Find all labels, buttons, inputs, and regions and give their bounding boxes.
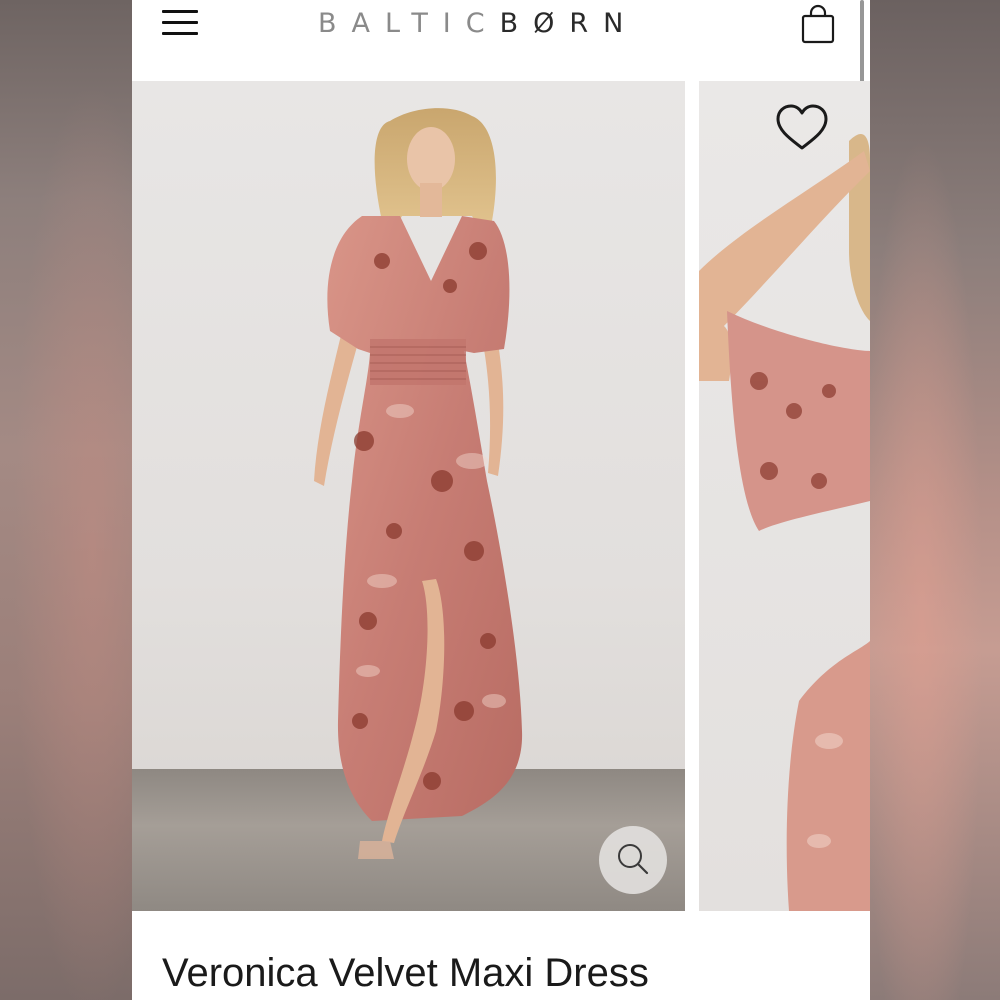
hamburger-menu-icon[interactable] (162, 10, 198, 40)
product-image-main[interactable] (132, 81, 685, 911)
product-image-gallery[interactable] (132, 81, 870, 911)
logo-text-light: BALTIC (318, 8, 500, 39)
magnifier-icon (618, 844, 649, 875)
heart-icon[interactable] (774, 103, 830, 153)
zoom-button[interactable] (599, 826, 667, 894)
product-page: BALTICBØRN Veronica Velvet Maxi Dress (132, 0, 870, 1000)
model-closeup (699, 133, 870, 911)
product-image-next[interactable] (699, 81, 870, 911)
site-header: BALTICBØRN (132, 0, 870, 100)
product-title: Veronica Velvet Maxi Dress (162, 951, 649, 995)
brand-logo[interactable]: BALTICBØRN (318, 4, 638, 44)
logo-text-dark: BØRN (499, 8, 639, 39)
model-figure (314, 108, 523, 859)
shopping-bag-icon[interactable] (798, 4, 838, 44)
blurred-backdrop-right (870, 0, 1000, 1000)
blurred-backdrop-left (0, 0, 132, 1000)
